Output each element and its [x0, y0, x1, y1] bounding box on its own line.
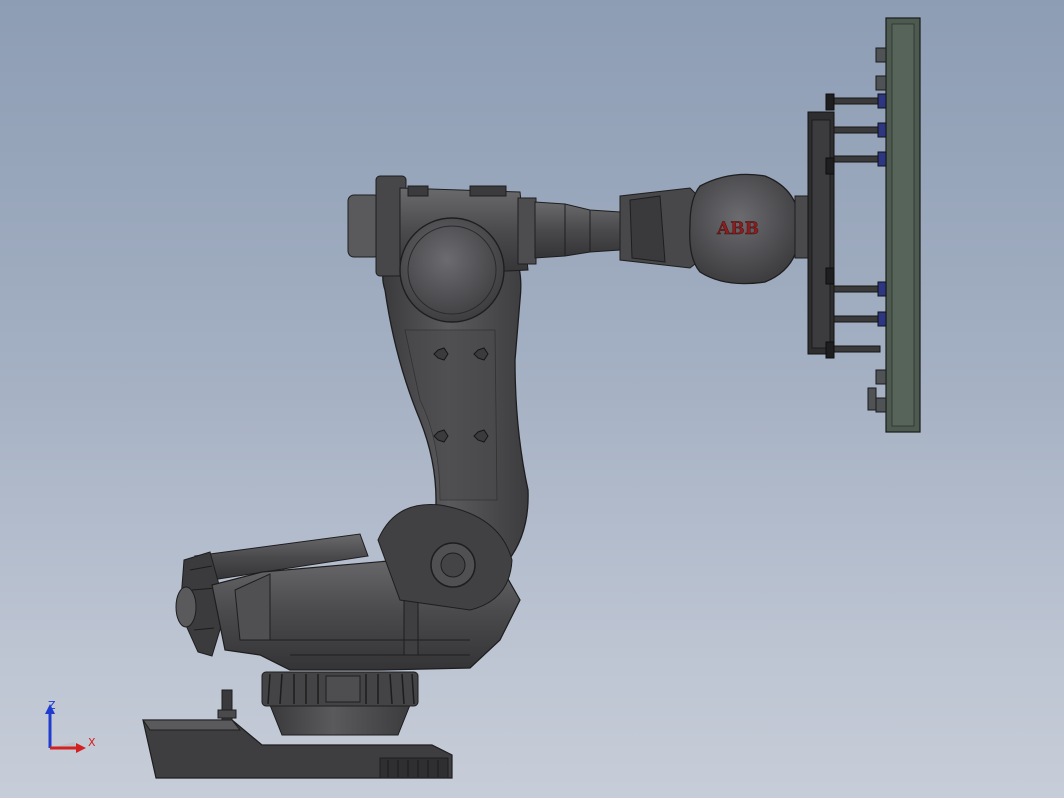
- x-axis-label: X: [88, 736, 96, 749]
- axis-triad: Z X: [38, 698, 98, 758]
- x-axis-arrow-icon: [76, 743, 86, 753]
- abb-logo: ABB: [716, 219, 759, 239]
- robot-base: [142, 671, 453, 779]
- robot-arm-model[interactable]: ABB: [0, 0, 1064, 798]
- gripper-tool: [807, 17, 921, 433]
- z-axis-label: Z: [48, 699, 56, 712]
- forearm: [517, 187, 701, 269]
- graphics-viewport[interactable]: ABB Z X: [0, 0, 1064, 798]
